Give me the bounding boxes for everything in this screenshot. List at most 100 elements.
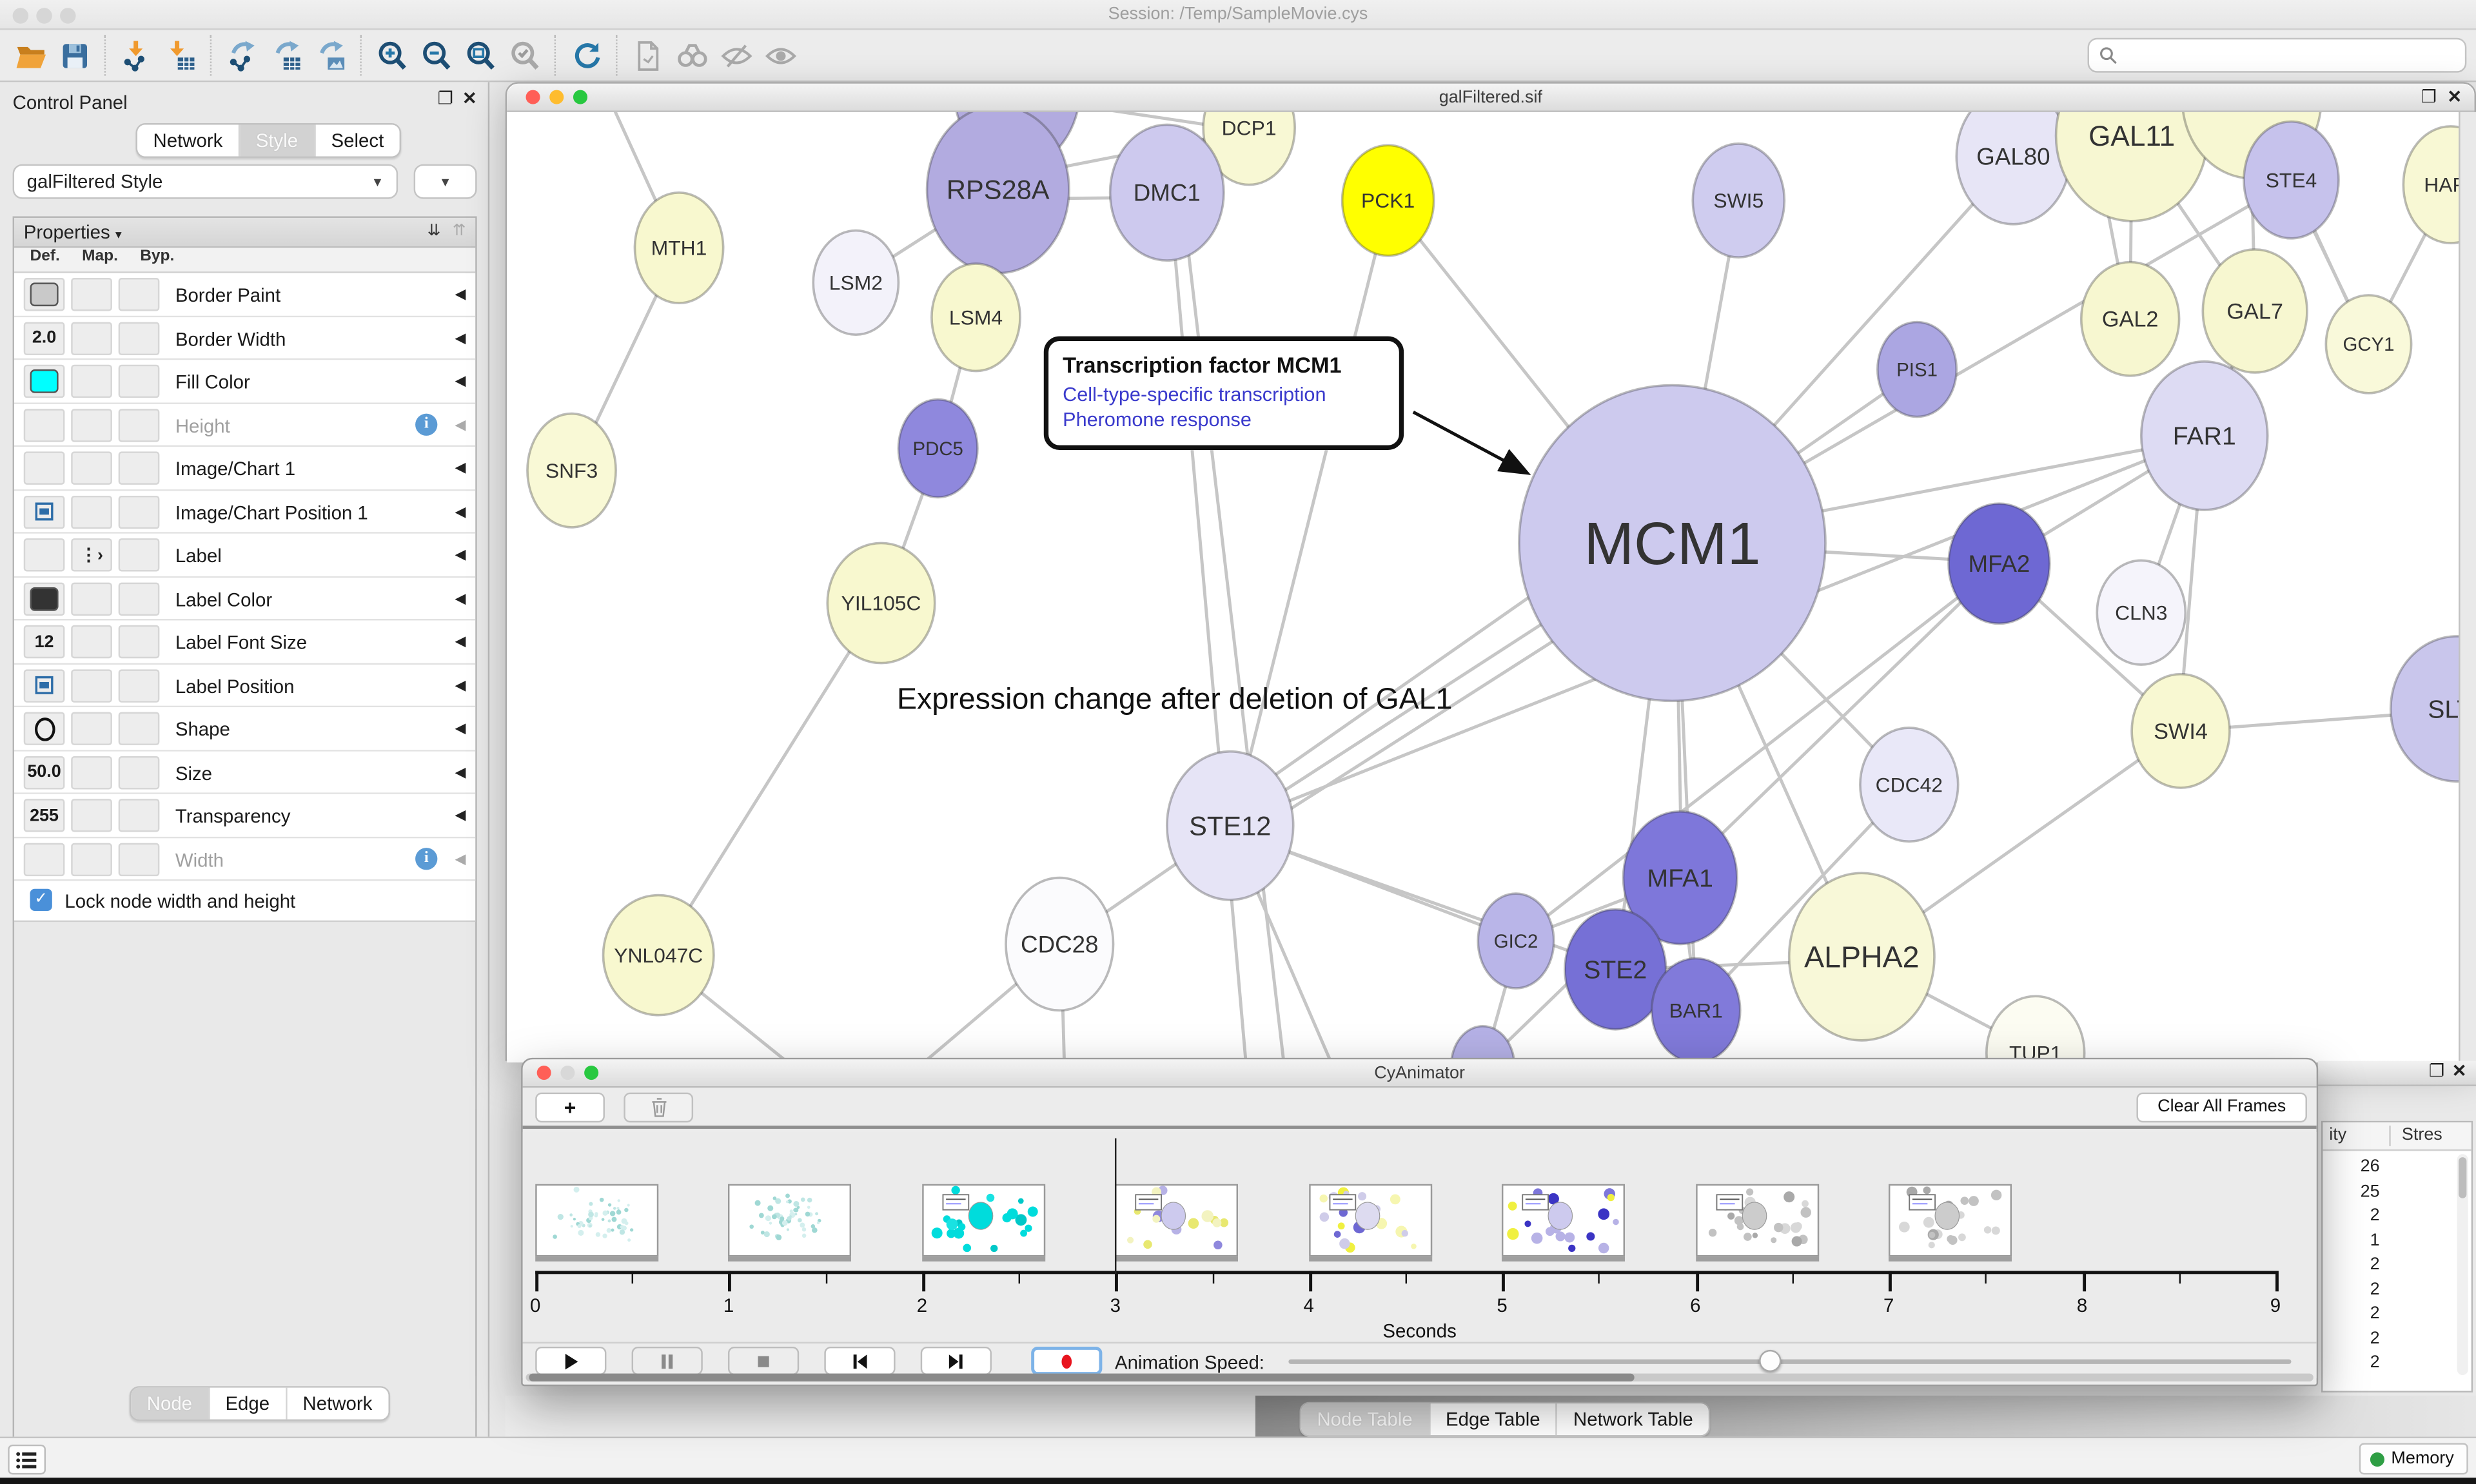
tab-select[interactable]: Select xyxy=(315,124,400,156)
mapping-cell[interactable]: ⋮› xyxy=(71,538,112,571)
panel-menu-button[interactable] xyxy=(8,1445,46,1475)
expand-row-icon[interactable]: ◀ xyxy=(455,286,466,303)
expand-row-icon[interactable]: ◀ xyxy=(455,763,466,781)
frame-thumbnail-2[interactable] xyxy=(922,1184,1045,1257)
pause-button[interactable] xyxy=(632,1347,703,1375)
default-value-cell[interactable] xyxy=(24,843,65,875)
info-icon[interactable]: i xyxy=(415,847,437,869)
mapping-cell[interactable] xyxy=(71,321,112,354)
cyanimator-hscrollbar[interactable] xyxy=(526,1374,2314,1381)
table-cell[interactable]: 26 xyxy=(2326,1157,2379,1176)
table-cell[interactable]: 2 xyxy=(2326,1280,2379,1298)
property-row[interactable]: Label Color◀ xyxy=(14,577,475,620)
frame-thumbnail-3[interactable] xyxy=(1115,1184,1239,1257)
property-row[interactable]: Fill Color◀ xyxy=(14,360,475,403)
expand-row-icon[interactable]: ◀ xyxy=(455,633,466,650)
expand-row-icon[interactable]: ◀ xyxy=(455,546,466,563)
annotation-link[interactable]: Cell-type-specific transcription xyxy=(1063,384,1385,405)
mapping-cell[interactable] xyxy=(71,451,112,484)
default-value-cell[interactable] xyxy=(24,712,65,745)
expand-row-icon[interactable]: ◀ xyxy=(455,329,466,347)
table-tab-edge-table[interactable]: Edge Table xyxy=(1430,1403,1558,1435)
expand-row-icon[interactable]: ◀ xyxy=(455,590,466,607)
bypass-cell[interactable] xyxy=(119,408,160,441)
search-box[interactable] xyxy=(2088,38,2467,73)
open-session-icon[interactable] xyxy=(8,35,52,76)
tab-network[interactable]: Network xyxy=(137,124,240,156)
mapping-cell[interactable] xyxy=(71,365,112,398)
paste-icon[interactable] xyxy=(625,35,670,76)
expand-row-icon[interactable]: ◀ xyxy=(455,850,466,868)
bypass-cell[interactable] xyxy=(119,669,160,701)
import-network-icon[interactable] xyxy=(113,35,158,76)
frame-thumbnail-6[interactable] xyxy=(1695,1184,1818,1257)
hide-selected-icon[interactable] xyxy=(714,35,758,76)
expand-row-icon[interactable]: ◀ xyxy=(455,373,466,390)
network-edge[interactable] xyxy=(662,606,878,952)
network-canvas[interactable]: DCP1RPS28ADMC1PCK1SWI5GAL80GAL11STE4HAP2… xyxy=(507,112,2459,1062)
mapping-cell[interactable] xyxy=(71,799,112,832)
property-row[interactable]: Widthi◀ xyxy=(14,837,475,881)
style-options-button[interactable]: ▼ xyxy=(414,164,477,199)
frame-thumbnail-0[interactable] xyxy=(535,1184,658,1257)
table-cell[interactable]: 1 xyxy=(2326,1231,2379,1249)
property-row[interactable]: ⋮›Label◀ xyxy=(14,534,475,577)
default-value-cell[interactable] xyxy=(24,278,65,311)
delete-frame-button[interactable] xyxy=(624,1093,693,1123)
search-input[interactable] xyxy=(2125,46,2455,64)
property-row[interactable]: Label Position◀ xyxy=(14,664,475,707)
table-cell[interactable]: 25 xyxy=(2326,1182,2379,1200)
style-tab-node[interactable]: Node xyxy=(131,1388,210,1420)
speed-slider-knob[interactable] xyxy=(1759,1350,1781,1372)
memory-button[interactable]: Memory xyxy=(2359,1443,2468,1474)
default-value-cell[interactable] xyxy=(24,451,65,484)
properties-header[interactable]: Properties ▾ ⇊ ⇈ xyxy=(14,218,475,248)
bypass-cell[interactable] xyxy=(119,278,160,311)
expand-row-icon[interactable]: ◀ xyxy=(455,503,466,520)
style-tab-network[interactable]: Network xyxy=(287,1388,388,1420)
expand-row-icon[interactable]: ◀ xyxy=(455,460,466,477)
mapping-cell[interactable] xyxy=(71,756,112,788)
record-button[interactable] xyxy=(1031,1347,1102,1375)
info-icon[interactable]: i xyxy=(415,413,437,434)
default-value-cell[interactable]: 50.0 xyxy=(24,756,65,788)
play-button[interactable] xyxy=(535,1347,606,1375)
bypass-cell[interactable] xyxy=(119,495,160,528)
table-cell[interactable]: 2 xyxy=(2326,1255,2379,1274)
frame-thumbnail-1[interactable] xyxy=(729,1184,852,1257)
bypass-cell[interactable] xyxy=(119,365,160,398)
mapping-cell[interactable] xyxy=(71,495,112,528)
mapping-cell[interactable] xyxy=(71,712,112,745)
bypass-cell[interactable] xyxy=(119,756,160,788)
style-select[interactable]: galFiltered Style ▼ xyxy=(13,164,398,199)
property-row[interactable]: Image/Chart 1◀ xyxy=(14,447,475,490)
close-panel-icon[interactable]: ✕ xyxy=(462,92,477,109)
expand-row-icon[interactable]: ◀ xyxy=(455,676,466,694)
close-network-icon[interactable]: ✕ xyxy=(2447,90,2462,108)
stop-button[interactable] xyxy=(728,1347,799,1375)
float-panel-icon[interactable]: ❐ xyxy=(438,92,453,109)
node-unlabeled[interactable] xyxy=(1451,1026,1515,1062)
bypass-cell[interactable] xyxy=(119,799,160,832)
default-value-cell[interactable] xyxy=(24,538,65,571)
default-value-cell[interactable] xyxy=(24,365,65,398)
property-row[interactable]: 255Transparency◀ xyxy=(14,794,475,837)
next-frame-button[interactable] xyxy=(921,1347,992,1375)
tab-style[interactable]: Style xyxy=(240,124,315,156)
annotation-box[interactable]: Transcription factor MCM1 Cell-type-spec… xyxy=(1044,337,1404,450)
network-edge[interactable] xyxy=(1233,204,1388,823)
export-image-icon[interactable] xyxy=(308,35,353,76)
bypass-cell[interactable] xyxy=(119,843,160,875)
export-network-icon[interactable] xyxy=(219,35,264,76)
table-cell[interactable]: 2 xyxy=(2326,1353,2379,1372)
first-neighbors-icon[interactable] xyxy=(669,35,714,76)
mapping-cell[interactable] xyxy=(71,581,112,614)
export-table-icon[interactable] xyxy=(264,35,308,76)
default-value-cell[interactable]: 255 xyxy=(24,799,65,832)
cyanimator-titlebar[interactable]: CyAnimator xyxy=(523,1059,2317,1088)
lock-checkbox[interactable]: ✓ xyxy=(30,889,52,911)
table-cell[interactable]: 2 xyxy=(2326,1206,2379,1225)
bypass-cell[interactable] xyxy=(119,321,160,354)
speed-slider[interactable] xyxy=(1288,1360,2291,1364)
refresh-icon[interactable] xyxy=(564,35,608,76)
